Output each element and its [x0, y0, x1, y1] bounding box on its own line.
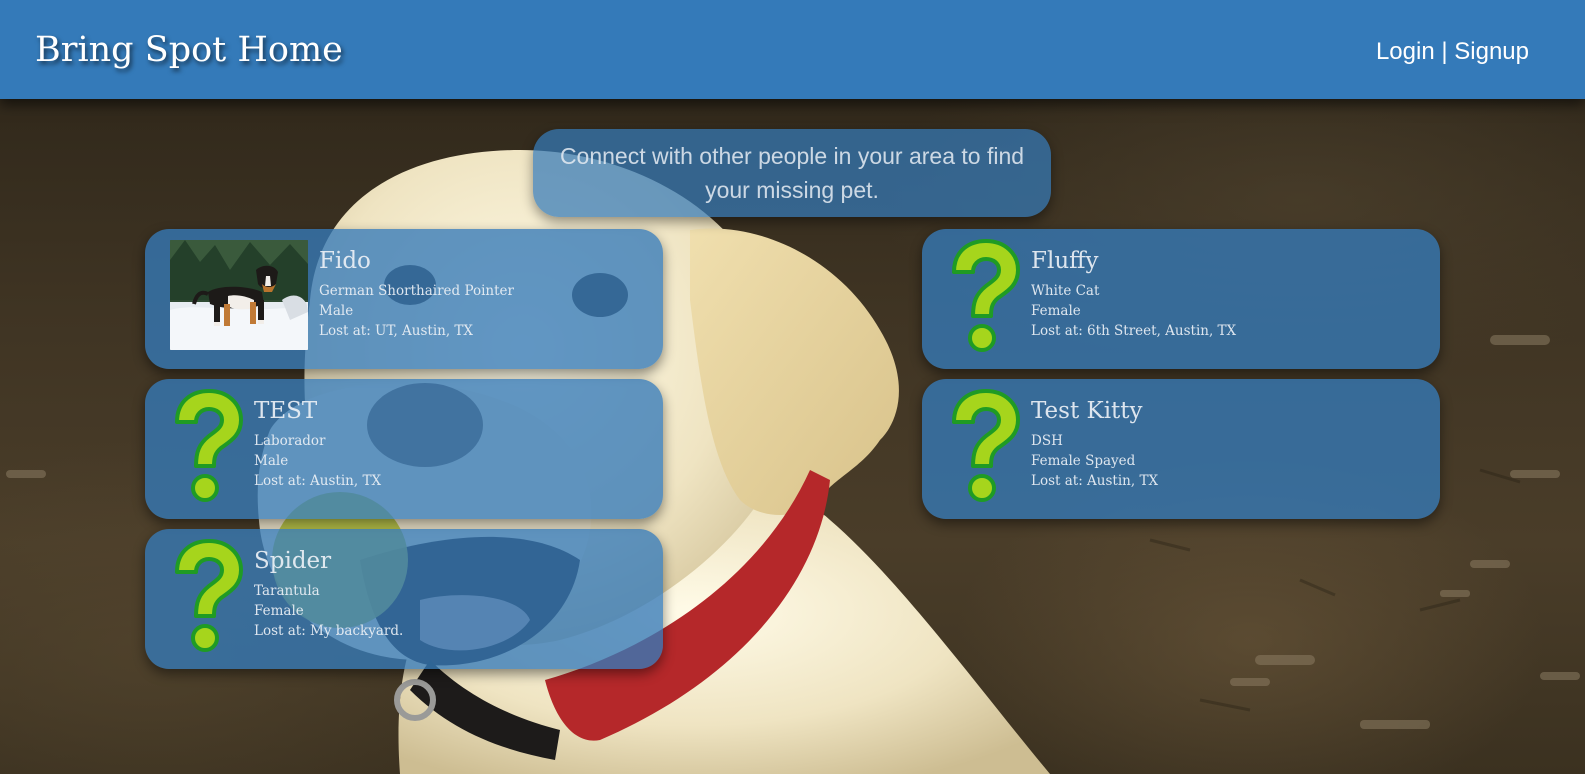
pet-sex: Male [254, 453, 289, 469]
pet-sex: Female Spayed [1031, 453, 1136, 469]
top-navbar: Bring Spot Home Login | Signup [0, 0, 1585, 99]
tagline-banner: Connect with other people in your area t… [533, 129, 1051, 217]
pet-lost-location: Lost at: UT, Austin, TX [319, 323, 474, 339]
pet-info: TEST Laborador Male Lost at: Austin, TX [254, 396, 381, 491]
pet-lost-location: Lost at: 6th Street, Austin, TX [1031, 323, 1237, 339]
signup-link[interactable]: Signup [1454, 38, 1529, 65]
pet-card-test-kitty[interactable]: Test Kitty DSH Female Spayed Lost at: Au… [922, 379, 1440, 519]
pet-breed: DSH [1031, 433, 1063, 449]
pet-sex: Female [1031, 303, 1081, 319]
pet-photo [170, 240, 308, 350]
pet-info: Fluffy White Cat Female Lost at: 6th Str… [1031, 246, 1236, 341]
question-mark-icon [952, 239, 1020, 352]
auth-separator: | [1441, 38, 1448, 65]
pet-info: Test Kitty DSH Female Spayed Lost at: Au… [1031, 396, 1158, 491]
pet-breed: White Cat [1031, 283, 1100, 299]
pet-name: Fluffy [1031, 248, 1099, 274]
pet-card-spider[interactable]: Spider Tarantula Female Lost at: My back… [145, 529, 663, 669]
pet-sex: Male [319, 303, 354, 319]
pet-name: Spider [254, 548, 332, 574]
pet-name: TEST [254, 398, 318, 424]
pet-lost-location: Lost at: My backyard. [254, 623, 404, 639]
question-mark-icon [175, 389, 243, 502]
pet-sex: Female [254, 603, 304, 619]
pet-breed: German Shorthaired Pointer [319, 283, 514, 299]
pet-card-fido[interactable]: Fido German Shorthaired Pointer Male Los… [145, 229, 663, 369]
pet-card-test[interactable]: TEST Laborador Male Lost at: Austin, TX [145, 379, 663, 519]
pet-breed: Laborador [254, 433, 326, 449]
pet-lost-location: Lost at: Austin, TX [1031, 473, 1159, 489]
question-mark-icon [952, 389, 1020, 502]
pet-info: Fido German Shorthaired Pointer Male Los… [319, 246, 514, 341]
pet-info: Spider Tarantula Female Lost at: My back… [254, 546, 403, 641]
pet-lost-location: Lost at: Austin, TX [254, 473, 382, 489]
pet-name: Test Kitty [1031, 398, 1143, 424]
login-link[interactable]: Login [1376, 38, 1435, 65]
question-mark-icon [175, 539, 243, 652]
auth-links: Login | Signup [1376, 38, 1529, 66]
site-title[interactable]: Bring Spot Home [35, 30, 343, 70]
pet-breed: Tarantula [254, 583, 320, 599]
dog-photo-image [170, 240, 308, 350]
pet-card-fluffy[interactable]: Fluffy White Cat Female Lost at: 6th Str… [922, 229, 1440, 369]
pet-name: Fido [319, 248, 371, 274]
